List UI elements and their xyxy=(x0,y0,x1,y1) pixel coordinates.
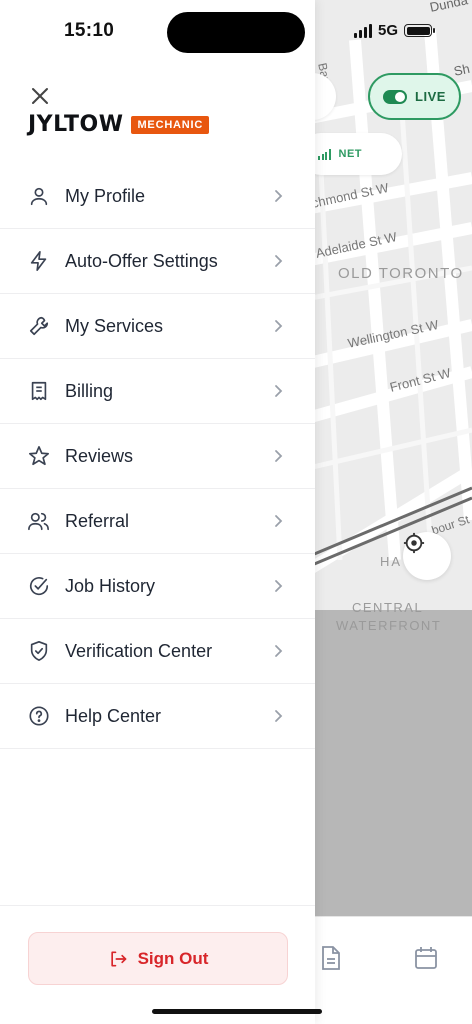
brand-name: JYLTOW xyxy=(28,112,124,137)
network-status-pill: NET xyxy=(300,133,402,175)
sign-out-button[interactable]: Sign Out xyxy=(28,932,288,985)
menu-item-label: My Profile xyxy=(65,185,146,206)
chevron-right-icon xyxy=(271,254,285,268)
menu-item-label: My Services xyxy=(65,315,164,336)
live-toggle[interactable]: LIVE xyxy=(368,73,461,120)
battery-icon xyxy=(404,24,435,37)
menu-item-job-history[interactable]: Job History xyxy=(0,554,315,619)
menu-item-label: Job History xyxy=(65,575,156,596)
cellular-signal-icon xyxy=(353,23,372,38)
brand-logo: JYLTOW MECHANIC xyxy=(28,112,210,137)
calendar-icon xyxy=(415,947,437,969)
menu-item-label: Reviews xyxy=(65,445,134,466)
signal-bars-icon xyxy=(318,148,331,160)
map-label-central: CENTRAL xyxy=(352,600,424,615)
user-icon xyxy=(27,184,51,208)
map-label-waterfront: WATERFRONT xyxy=(336,618,442,633)
document-icon xyxy=(322,946,340,970)
toggle-switch-icon xyxy=(383,89,408,104)
map-label-old-toronto: OLD TORONTO xyxy=(338,265,464,282)
home-indicator xyxy=(152,1009,322,1014)
status-indicators: 5G xyxy=(353,22,435,39)
crosshair-icon xyxy=(403,532,425,554)
locate-me-button[interactable] xyxy=(403,532,451,580)
network-type: 5G xyxy=(377,22,398,39)
users-icon xyxy=(27,509,51,533)
chevron-right-icon xyxy=(271,514,285,528)
drawer-menu: My Profile Auto-Offer Settings My Servic… xyxy=(0,164,315,749)
menu-item-my-profile[interactable]: My Profile xyxy=(0,164,315,229)
dynamic-island xyxy=(167,12,305,53)
receipt-icon xyxy=(27,379,51,403)
chevron-right-icon xyxy=(271,189,285,203)
menu-item-label: Auto-Offer Settings xyxy=(65,250,218,271)
menu-item-reviews[interactable]: Reviews xyxy=(0,424,315,489)
chevron-right-icon xyxy=(271,709,285,723)
live-label: LIVE xyxy=(415,89,446,104)
menu-item-verification-center[interactable]: Verification Center xyxy=(0,619,315,684)
footer-divider xyxy=(0,905,315,906)
role-badge: MECHANIC xyxy=(131,115,210,134)
chevron-right-icon xyxy=(271,644,285,658)
lake-water xyxy=(300,610,472,920)
close-icon xyxy=(32,88,48,104)
shield-check-icon xyxy=(27,639,51,663)
chevron-right-icon xyxy=(271,449,285,463)
menu-item-referral[interactable]: Referral xyxy=(0,489,315,554)
map-label-sh: Sh xyxy=(452,60,472,79)
menu-item-help-center[interactable]: Help Center xyxy=(0,684,315,749)
menu-item-label: Billing xyxy=(65,380,114,401)
side-drawer: 15:10 JYLTOW MECHANIC My Profile Auto-Of… xyxy=(0,0,315,1024)
wrench-icon xyxy=(27,314,51,338)
close-drawer-button[interactable] xyxy=(28,84,52,108)
menu-item-my-services[interactable]: My Services xyxy=(0,294,315,359)
chevron-right-icon xyxy=(271,579,285,593)
status-time: 15:10 xyxy=(64,20,115,41)
menu-item-label: Verification Center xyxy=(65,640,213,661)
menu-item-billing[interactable]: Billing xyxy=(0,359,315,424)
menu-item-label: Referral xyxy=(65,510,130,531)
menu-item-label: Help Center xyxy=(65,705,162,726)
check-circle-icon xyxy=(27,574,51,598)
chevron-right-icon xyxy=(271,384,285,398)
bottom-tab-bar xyxy=(300,916,472,1024)
menu-item-auto-offer-settings[interactable]: Auto-Offer Settings xyxy=(0,229,315,294)
chevron-right-icon xyxy=(271,319,285,333)
network-label: NET xyxy=(338,148,362,160)
help-circle-icon xyxy=(27,704,51,728)
star-icon xyxy=(27,444,51,468)
log-out-icon xyxy=(110,951,126,966)
lightning-icon xyxy=(27,249,51,273)
sign-out-label: Sign Out xyxy=(137,948,209,968)
